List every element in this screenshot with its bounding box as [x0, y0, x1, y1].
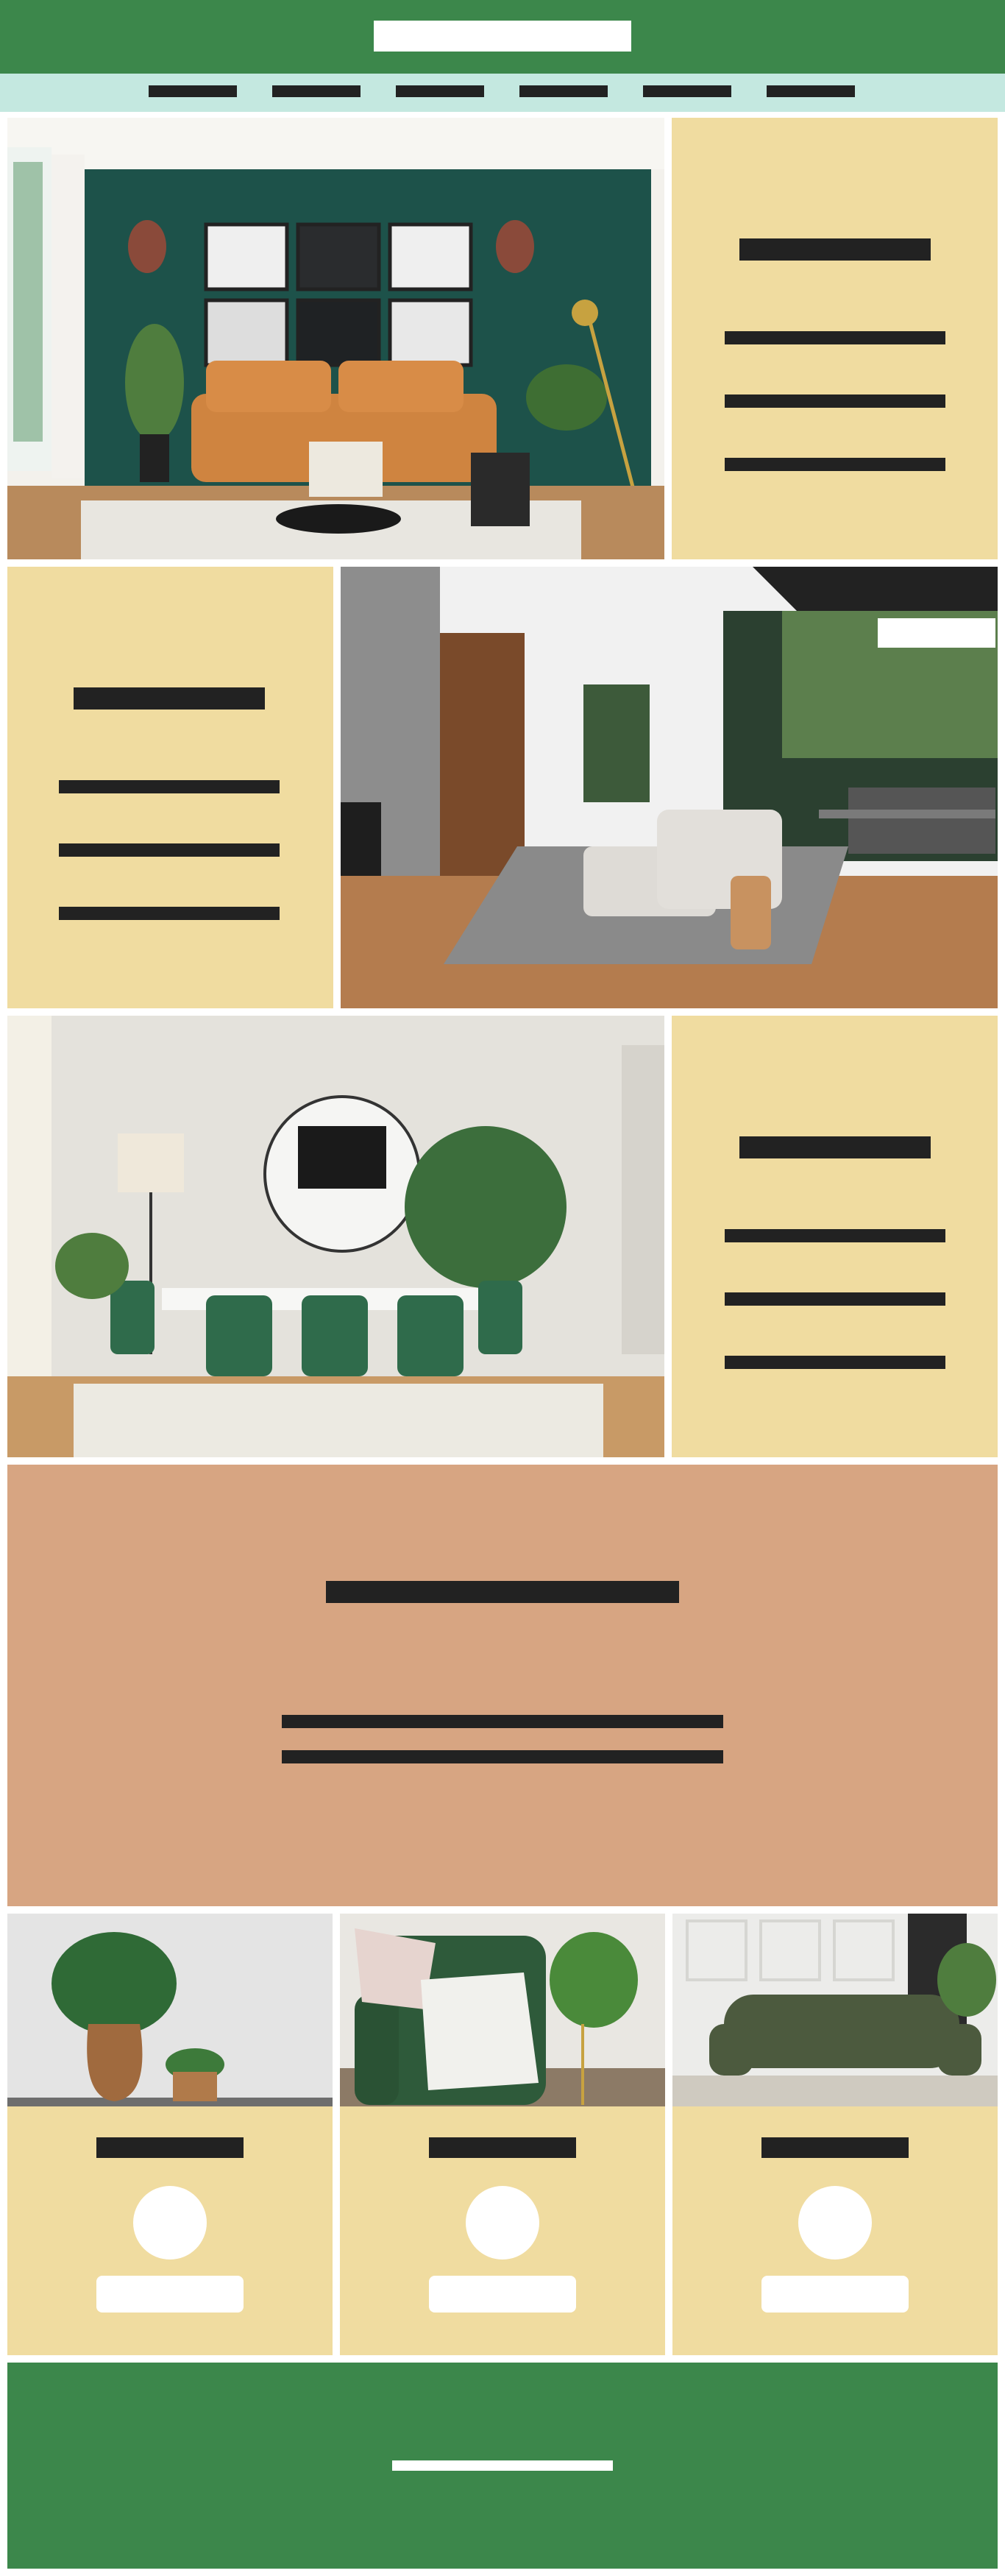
product-card-2[interactable] — [340, 1914, 665, 2355]
section-1-text-panel — [672, 118, 998, 559]
site-footer — [7, 2363, 998, 2569]
section-2-text-panel — [7, 567, 333, 1008]
open-living-room-photo — [341, 567, 998, 1008]
section-text-line — [59, 843, 280, 857]
site-header — [0, 0, 1005, 74]
section-text-line — [725, 394, 945, 408]
section-text-line — [725, 1292, 945, 1306]
nav-item-2[interactable] — [272, 85, 361, 97]
potted-plant-photo — [7, 1914, 333, 2106]
product-card-3[interactable] — [672, 1914, 998, 2355]
avatar — [133, 2186, 207, 2260]
nav-item-5[interactable] — [643, 85, 731, 97]
card-body — [340, 2106, 665, 2355]
avatar — [798, 2186, 872, 2260]
section-text-line — [725, 1229, 945, 1242]
card-title — [96, 2137, 244, 2158]
card-title — [761, 2137, 909, 2158]
main-nav — [0, 74, 1005, 112]
banner-text-line — [282, 1715, 723, 1728]
card-body — [7, 2106, 333, 2355]
section-text-line — [725, 458, 945, 471]
card-button[interactable] — [429, 2276, 576, 2313]
nav-item-6[interactable] — [767, 85, 855, 97]
section-text-line — [725, 1356, 945, 1369]
footer-text — [392, 2460, 613, 2471]
avatar — [466, 2186, 539, 2260]
section-text-line — [725, 331, 945, 344]
nav-item-3[interactable] — [396, 85, 484, 97]
section-3-text-panel — [672, 1016, 998, 1457]
banner-heading — [326, 1581, 679, 1603]
green-armchair-photo — [340, 1914, 665, 2106]
nav-item-4[interactable] — [519, 85, 608, 97]
nav-item-1[interactable] — [149, 85, 237, 97]
promo-banner — [7, 1465, 998, 1906]
green-sofa-photo — [672, 1914, 998, 2106]
section-heading — [74, 687, 265, 710]
section-heading — [739, 1136, 931, 1158]
section-text-line — [59, 907, 280, 920]
logo-placeholder[interactable] — [374, 21, 631, 52]
card-title — [429, 2137, 576, 2158]
section-heading — [739, 238, 931, 261]
card-button[interactable] — [761, 2276, 909, 2313]
card-button[interactable] — [96, 2276, 244, 2313]
living-room-photo — [7, 118, 664, 559]
banner-text-line — [282, 1750, 723, 1763]
card-body — [672, 2106, 998, 2355]
product-card-1[interactable] — [7, 1914, 333, 2355]
section-text-line — [59, 780, 280, 793]
dining-room-photo — [7, 1016, 664, 1457]
